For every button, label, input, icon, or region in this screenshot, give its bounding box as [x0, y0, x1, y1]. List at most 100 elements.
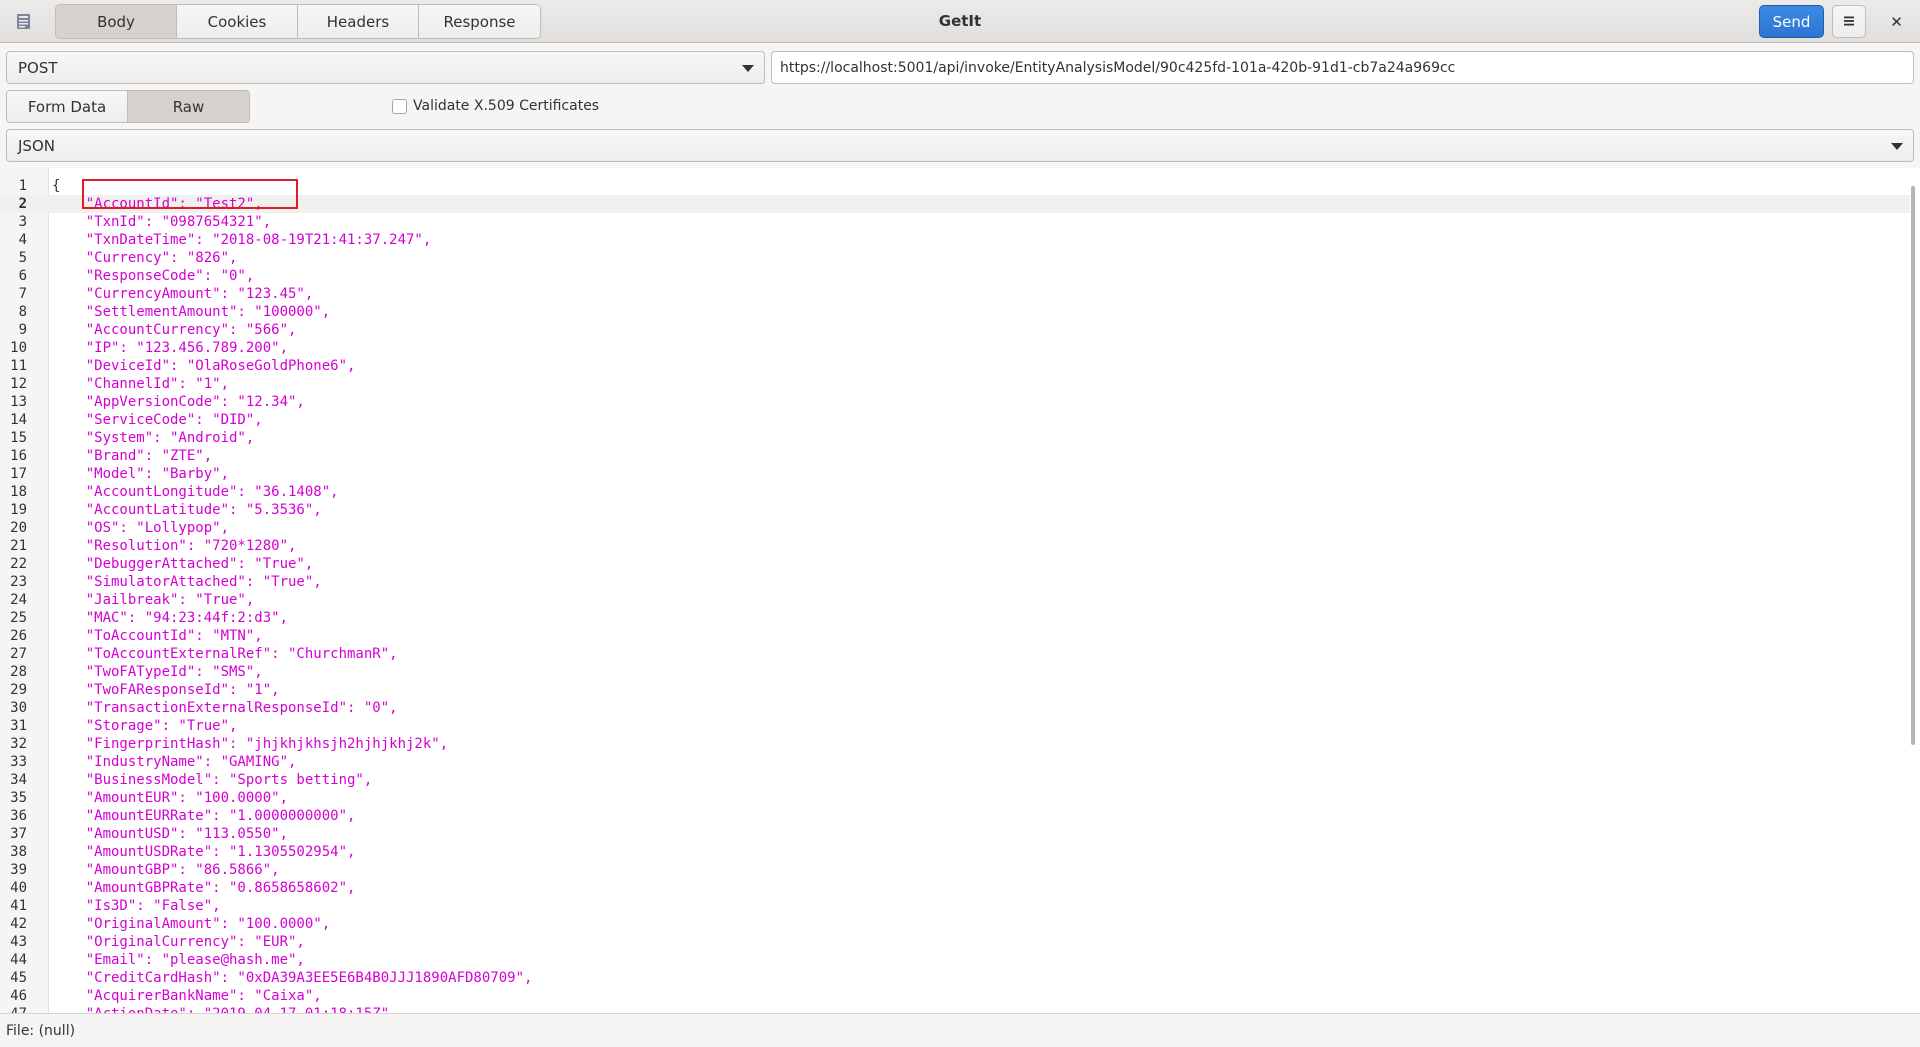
code-line[interactable]: 27 "ToAccountExternalRef": "ChurchmanR", — [0, 645, 1910, 663]
code-text: "System": "Android", — [52, 430, 255, 446]
line-number: 7 — [18, 286, 27, 302]
code-text: { — [52, 178, 61, 194]
code-line[interactable]: 21 "Resolution": "720*1280", — [0, 537, 1910, 555]
code-line[interactable]: 11 "DeviceId": "OlaRoseGoldPhone6", — [0, 357, 1910, 375]
content-type-value: JSON — [18, 136, 55, 155]
line-number: 2 — [18, 196, 27, 212]
code-line[interactable]: 45 "CreditCardHash": "0xDA39A3EE5E6B4B0J… — [0, 969, 1910, 987]
line-number: 47 — [0, 1005, 27, 1013]
code-line[interactable]: 3 "TxnId": "0987654321", — [0, 213, 1910, 231]
code-line[interactable]: 35 "AmountEUR": "100.0000", — [0, 789, 1910, 807]
tab-raw[interactable]: Raw — [128, 91, 249, 122]
line-number: 8 — [18, 304, 27, 320]
code-line[interactable]: 29 "TwoFAResponseId": "1", — [0, 681, 1910, 699]
line-number: 27 — [10, 646, 27, 662]
highlight-annotation — [82, 179, 298, 209]
line-number: 24 — [10, 592, 27, 608]
line-number: 38 — [10, 844, 27, 860]
line-number: 20 — [10, 520, 27, 536]
code-text: "CurrencyAmount": "123.45", — [52, 286, 314, 302]
tab-response[interactable]: Response — [419, 5, 540, 38]
line-number: 29 — [10, 682, 27, 698]
code-editor[interactable]: 1{2 "AccountId": "Test2", 3 "TxnId": "098… — [0, 168, 1920, 1013]
code-line[interactable]: 28 "TwoFATypeId": "SMS", — [0, 663, 1910, 681]
line-number: 45 — [10, 970, 27, 986]
line-number: 14 — [10, 412, 27, 428]
code-line[interactable]: 10 "IP": "123.456.789.200", — [0, 339, 1910, 357]
code-text: "ToAccountId": "MTN", — [52, 628, 263, 644]
validate-certificates-label: Validate X.509 Certificates — [413, 98, 600, 114]
code-text: "TxnDateTime": "2018-08-19T21:41:37.247"… — [52, 232, 432, 248]
line-number: 32 — [10, 736, 27, 752]
code-line[interactable]: 32 "FingerprintHash": "jhjkhjkhsjh2hjhjk… — [0, 735, 1910, 753]
line-number: 9 — [18, 322, 27, 338]
body-mode-tabs: Form Data Raw — [6, 90, 250, 123]
code-line[interactable]: 39 "AmountGBP": "86.5866", — [0, 861, 1910, 879]
code-line[interactable]: 43 "OriginalCurrency": "EUR", — [0, 933, 1910, 951]
code-line[interactable]: 47 "ActionDate": "2019-04-17 01:18:15Z", — [0, 1005, 1910, 1013]
code-line[interactable]: 24 "Jailbreak": "True", — [0, 591, 1910, 609]
line-number: 42 — [10, 916, 27, 932]
code-text: "ChannelId": "1", — [52, 376, 230, 392]
code-line[interactable]: 18 "AccountLongitude": "36.1408", — [0, 483, 1910, 501]
code-line[interactable]: 19 "AccountLatitude": "5.3536", — [0, 501, 1910, 519]
menu-button[interactable] — [1832, 5, 1866, 38]
code-line[interactable]: 7 "CurrencyAmount": "123.45", — [0, 285, 1910, 303]
code-line[interactable]: 5 "Currency": "826", — [0, 249, 1910, 267]
code-line[interactable]: 41 "Is3D": "False", — [0, 897, 1910, 915]
code-text: "Jailbreak": "True", — [52, 592, 255, 608]
code-line[interactable]: 26 "ToAccountId": "MTN", — [0, 627, 1910, 645]
code-text: "AmountGBPRate": "0.8658658602", — [52, 880, 356, 896]
code-text: "ServiceCode": "DID", — [52, 412, 263, 428]
send-button[interactable]: Send — [1759, 5, 1824, 38]
code-line[interactable]: 38 "AmountUSDRate": "1.1305502954", — [0, 843, 1910, 861]
code-line[interactable]: 36 "AmountEURRate": "1.0000000000", — [0, 807, 1910, 825]
tab-headers[interactable]: Headers — [298, 5, 419, 38]
code-line[interactable]: 25 "MAC": "94:23:44f:2:d3", — [0, 609, 1910, 627]
code-line[interactable]: 30 "TransactionExternalResponseId": "0", — [0, 699, 1910, 717]
code-line[interactable]: 42 "OriginalAmount": "100.0000", — [0, 915, 1910, 933]
url-input[interactable] — [771, 51, 1914, 84]
code-line[interactable]: 6 "ResponseCode": "0", — [0, 267, 1910, 285]
code-line[interactable]: 40 "AmountGBPRate": "0.8658658602", — [0, 879, 1910, 897]
code-line[interactable]: 13 "AppVersionCode": "12.34", — [0, 393, 1910, 411]
code-line[interactable]: 22 "DebuggerAttached": "True", — [0, 555, 1910, 573]
line-number: 5 — [18, 250, 27, 266]
line-number: 40 — [10, 880, 27, 896]
line-number: 43 — [10, 934, 27, 950]
code-line[interactable]: 9 "AccountCurrency": "566", — [0, 321, 1910, 339]
code-line[interactable]: 37 "AmountUSD": "113.0550", — [0, 825, 1910, 843]
code-line[interactable]: 17 "Model": "Barby", — [0, 465, 1910, 483]
close-icon: ✕ — [1890, 12, 1903, 31]
code-line[interactable]: 15 "System": "Android", — [0, 429, 1910, 447]
tab-form-data[interactable]: Form Data — [7, 91, 128, 122]
tab-body[interactable]: Body — [56, 5, 177, 38]
line-number: 16 — [10, 448, 27, 464]
code-line[interactable]: 44 "Email": "please@hash.me", — [0, 951, 1910, 969]
code-line[interactable]: 33 "IndustryName": "GAMING", — [0, 753, 1910, 771]
close-button[interactable]: ✕ — [1880, 5, 1913, 38]
validate-certificates[interactable]: Validate X.509 Certificates — [392, 98, 599, 114]
code-text: "AmountGBP": "86.5866", — [52, 862, 280, 878]
tab-cookies[interactable]: Cookies — [177, 5, 298, 38]
code-text: "AmountUSD": "113.0550", — [52, 826, 289, 842]
code-text: "AcquirerBankName": "Caixa", — [52, 988, 322, 1004]
code-line[interactable]: 34 "BusinessModel": "Sports betting", — [0, 771, 1910, 789]
code-line[interactable]: 12 "ChannelId": "1", — [0, 375, 1910, 393]
code-line[interactable]: 16 "Brand": "ZTE", — [0, 447, 1910, 465]
code-text: "AppVersionCode": "12.34", — [52, 394, 305, 410]
code-line[interactable]: 31 "Storage": "True", — [0, 717, 1910, 735]
line-number: 35 — [10, 790, 27, 806]
code-line[interactable]: 14 "ServiceCode": "DID", — [0, 411, 1910, 429]
line-number: 37 — [10, 826, 27, 842]
editor-scrollbar[interactable] — [1911, 186, 1915, 745]
code-line[interactable]: 46 "AcquirerBankName": "Caixa", — [0, 987, 1910, 1005]
line-number: 46 — [10, 988, 27, 1004]
content-type-select[interactable]: JSON — [6, 129, 1914, 162]
code-line[interactable]: 8 "SettlementAmount": "100000", — [0, 303, 1910, 321]
method-select[interactable]: POST — [6, 51, 765, 84]
validate-certificates-checkbox[interactable] — [392, 98, 407, 114]
code-line[interactable]: 4 "TxnDateTime": "2018-08-19T21:41:37.24… — [0, 231, 1910, 249]
code-line[interactable]: 23 "SimulatorAttached": "True", — [0, 573, 1910, 591]
code-line[interactable]: 20 "OS": "Lollypop", — [0, 519, 1910, 537]
